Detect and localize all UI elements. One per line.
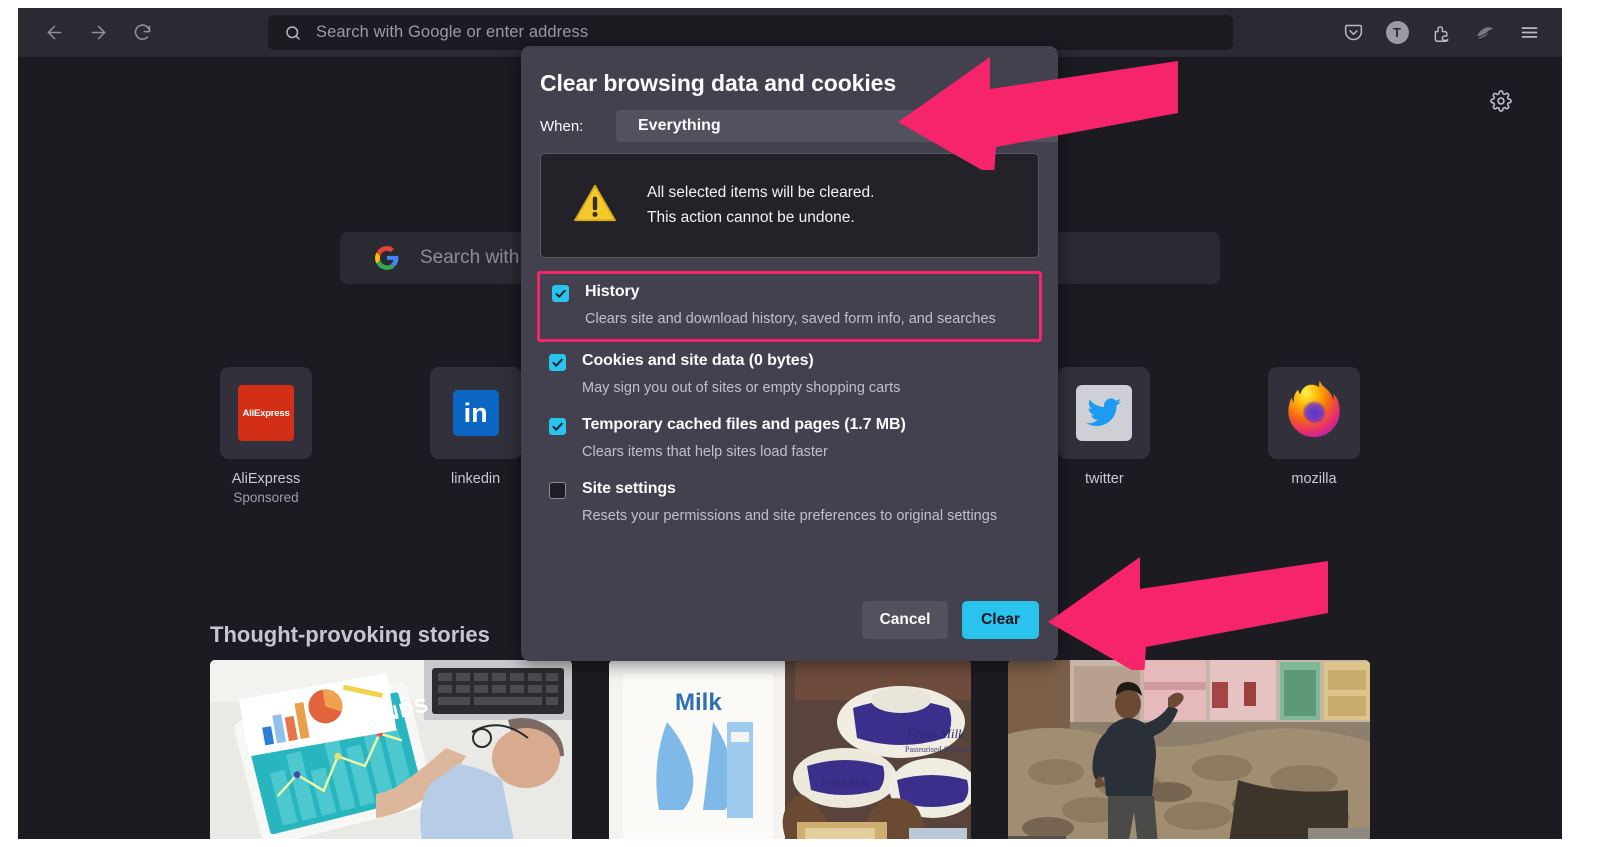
checkbox-history[interactable] [552, 285, 569, 302]
option-description: May sign you out of sites or empty shopp… [582, 380, 901, 396]
warning-text: All selected items will be cleared. This… [647, 181, 874, 231]
option-header: History [540, 283, 1039, 302]
shortcut-tile-box [1267, 367, 1360, 459]
shortcut-tile-box [1058, 367, 1151, 459]
warning-triangle-icon [573, 183, 617, 228]
warning-line-1: All selected items will be cleared. [647, 183, 875, 201]
shortcut-label: mozilla [1291, 471, 1337, 487]
checkbox-site-settings[interactable] [549, 482, 566, 499]
story-card-image: Milk Fresh Milk Pasteurised & Homogenise… [609, 660, 971, 847]
option-cache[interactable]: Temporary cached files and pages (1.7 MB… [540, 406, 1039, 470]
dialog-title: Clear browsing data and cookies [540, 70, 897, 96]
toolbar-right-buttons: T [1334, 8, 1548, 57]
shortcut-label: AliExpress [231, 471, 301, 487]
story-card-image [1008, 660, 1370, 847]
shortcut-label: linkedin [451, 471, 501, 487]
account-avatar[interactable]: T [1378, 14, 1416, 52]
option-label: History [585, 283, 640, 300]
shortcut-label: twitter [1085, 471, 1124, 487]
page-margin-right [1562, 0, 1600, 847]
back-button[interactable] [34, 13, 74, 53]
forward-button[interactable] [78, 13, 118, 53]
stories-heading: Thought-provoking stories [210, 622, 490, 647]
address-bar-placeholder: Search with Google or enter address [316, 23, 589, 41]
when-dropdown-value: Everything [638, 117, 721, 134]
option-history[interactable]: History Clears site and download history… [537, 271, 1042, 342]
when-row: When: Everything [540, 110, 1058, 142]
page-margin-left [0, 0, 18, 847]
search-icon [284, 24, 302, 42]
page-margin-bottom [0, 839, 1600, 847]
when-dropdown[interactable]: Everything [616, 110, 1058, 142]
checkbox-cookies[interactable] [549, 354, 566, 371]
option-site-settings[interactable]: Site settings Resets your permissions an… [540, 470, 1039, 534]
cancel-button[interactable]: Cancel [862, 601, 948, 639]
warning-box: All selected items will be cleared. This… [540, 153, 1039, 258]
story-card-milk[interactable]: Milk Fresh Milk Pasteurised & Homogenise… [609, 660, 971, 847]
option-header: Cookies and site data (0 bytes) [540, 352, 1039, 371]
navigation-buttons [18, 13, 162, 53]
option-label: Cookies and site data (0 bytes) [582, 352, 814, 369]
extensions-icon[interactable] [1422, 14, 1460, 52]
google-logo [374, 245, 400, 271]
option-label: Temporary cached files and pages (1.7 MB… [582, 416, 906, 433]
story-card-image: MUTUAL FUNDS [210, 660, 572, 847]
option-description: Resets your permissions and site prefere… [582, 508, 998, 524]
shortcut-sponsored-label: Sponsored [233, 490, 299, 505]
svg-text:Pasteurised & Homogenised: Pasteurised & Homogenised [905, 745, 971, 754]
stories-cards: MUTUAL FUNDS [210, 660, 1370, 847]
browser-window: Search with Google or enter address AliE… [0, 0, 1600, 847]
option-cookies[interactable]: Cookies and site data (0 bytes) May sign… [540, 342, 1039, 406]
option-description: Clears items that help sites load faster [582, 444, 828, 460]
shortcut-mozilla[interactable]: mozilla [1258, 367, 1370, 505]
clear-options-list: History Clears site and download history… [537, 271, 1042, 534]
aliexpress-logo: AliExpress [238, 385, 294, 441]
svg-text:Fresh Milk: Fresh Milk [906, 726, 964, 741]
address-bar[interactable]: Search with Google or enter address [268, 15, 1233, 50]
page-margin-top [0, 0, 1600, 8]
story-card-mutual-funds[interactable]: MUTUAL FUNDS [210, 660, 572, 847]
checkbox-cache[interactable] [549, 418, 566, 435]
shortcut-linkedin[interactable]: in linkedin [420, 367, 532, 505]
warning-line-2: This action cannot be undone. [647, 208, 855, 226]
svg-text:Milk: Milk [675, 689, 722, 716]
when-label: When: [540, 117, 584, 135]
clear-browsing-data-dialog: Clear browsing data and cookies When: Ev… [521, 46, 1058, 661]
pocket-icon[interactable] [1334, 14, 1372, 52]
option-header: Temporary cached files and pages (1.7 MB… [540, 416, 1039, 435]
clear-button[interactable]: Clear [962, 601, 1039, 639]
shortcut-twitter[interactable]: twitter [1048, 367, 1160, 505]
gear-icon[interactable] [1490, 90, 1512, 112]
linkedin-logo-text: in [463, 397, 488, 428]
dialog-actions: Cancel Clear [862, 601, 1039, 639]
avatar-initial: T [1385, 21, 1409, 44]
aliexpress-logo-text: AliExpress [242, 407, 290, 419]
option-label: Site settings [582, 480, 676, 497]
shortcut-tile-box: AliExpress [220, 367, 312, 459]
shortcut-tile-box: in [429, 367, 522, 459]
twitter-logo [1076, 385, 1133, 441]
story-card-rubble[interactable] [1008, 660, 1370, 847]
app-menu-icon[interactable] [1510, 14, 1548, 52]
option-header: Site settings [540, 480, 1039, 499]
svg-text:Fresh Milk: Fresh Milk [820, 777, 870, 789]
reload-button[interactable] [122, 13, 162, 53]
option-description: Clears site and download history, saved … [585, 311, 996, 327]
linkedin-logo: in [452, 390, 499, 436]
firefox-logo [1283, 380, 1345, 447]
shortcut-aliexpress[interactable]: AliExpress AliExpress Sponsored [210, 367, 322, 505]
container-tabs-icon[interactable] [1466, 14, 1504, 52]
